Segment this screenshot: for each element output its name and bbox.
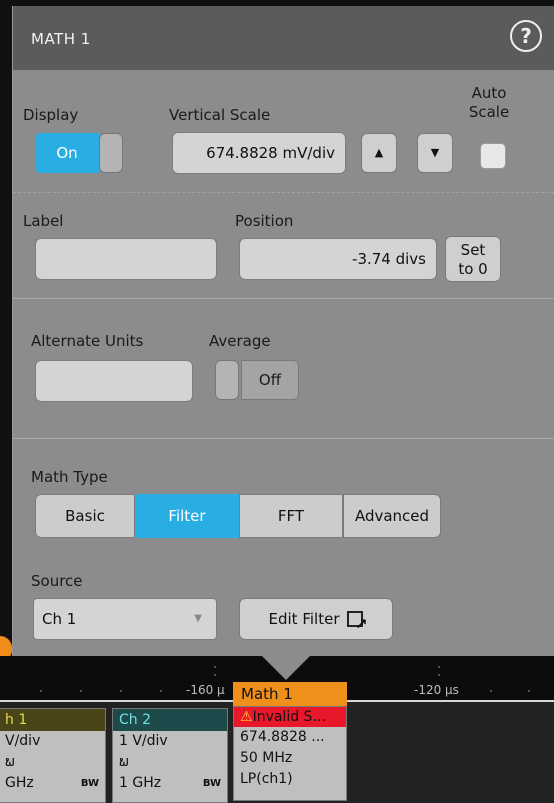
math1-badge[interactable]: ⚠Invalid S... 674.8828 ... 50 MHz LP(ch1… (233, 706, 347, 801)
set-to-zero-line1: Set (460, 241, 486, 259)
position-label: Position (235, 212, 294, 230)
arrow-down-icon: ▼ (430, 146, 440, 159)
label-input[interactable] (35, 238, 217, 280)
divider (13, 438, 554, 439)
scale-down-button[interactable]: ▼ (417, 133, 453, 173)
ch2-badge[interactable]: Ch 2 1 V/div ພ 1 GHz BW (112, 708, 228, 803)
ch1-coupling-icon: ພ (5, 754, 15, 770)
graticule-dot (214, 674, 216, 676)
alternate-units-label: Alternate Units (31, 332, 144, 350)
math-type-basic[interactable]: Basic (35, 494, 135, 538)
math1-status: ⚠Invalid S... (234, 707, 346, 727)
ch2-title: Ch 2 (113, 709, 227, 731)
ch2-scale: 1 V/div (119, 733, 168, 749)
vertical-scale-field[interactable]: 674.8828 mV/div (172, 132, 346, 174)
graticule-dot (40, 690, 42, 692)
position-field[interactable]: -3.74 divs (239, 238, 437, 280)
average-toggle-off[interactable]: Off (241, 360, 299, 400)
help-icon[interactable]: ? (510, 20, 542, 52)
display-label: Display (23, 106, 79, 124)
divider (13, 192, 554, 193)
source-select[interactable]: Ch 1 ▼ (33, 598, 217, 640)
auto-scale-checkbox[interactable] (480, 143, 506, 169)
math-type-filter[interactable]: Filter (135, 494, 239, 538)
math1-tab[interactable]: Math 1 (233, 682, 347, 706)
alternate-units-input[interactable] (35, 360, 193, 402)
math1-status-text: Invalid S... (252, 709, 326, 725)
set-to-zero-line2: to 0 (458, 260, 488, 278)
graticule-dot (160, 690, 162, 692)
auto-scale-label-line2: Scale (468, 103, 510, 121)
math-type-label: Math Type (31, 468, 108, 486)
dropdown-caret-icon: ▼ (194, 613, 202, 624)
dialog-title: MATH 1 (31, 30, 91, 48)
average-toggle[interactable]: Off (215, 360, 301, 400)
dialog-pointer (262, 656, 310, 680)
math-type-selector[interactable]: Basic Filter FFT Advanced (35, 494, 441, 538)
source-label: Source (31, 572, 83, 590)
label-field-label: Label (23, 212, 64, 230)
auto-scale-label: Auto Scale (459, 84, 519, 122)
math1-bandwidth: 50 MHz (240, 750, 293, 766)
set-to-zero-button[interactable]: Set to 0 (445, 236, 501, 282)
external-window-icon (347, 604, 367, 644)
auto-scale-label-line1: Auto (471, 84, 507, 102)
math1-scale: 674.8828 ... (240, 729, 325, 745)
scale-up-button[interactable]: ▲ (361, 133, 397, 173)
ch2-coupling-icon: ພ (119, 754, 129, 770)
dialog-header: MATH 1 ? (13, 6, 554, 70)
time-label-left: -160 µ (186, 683, 225, 697)
edit-filter-button[interactable]: Edit Filter (239, 598, 393, 644)
ch1-title: h 1 (0, 709, 105, 731)
graticule-dot (80, 690, 82, 692)
vertical-scale-label: Vertical Scale (169, 106, 271, 124)
math1-expression: LP(ch1) (240, 771, 293, 787)
math-type-advanced[interactable]: Advanced (343, 494, 441, 538)
bandwidth-limit-icon: BW (80, 778, 99, 789)
graticule-dot (120, 690, 122, 692)
math-1-dialog: MATH 1 ? Display On Vertical Scale 674.8… (12, 6, 554, 656)
ch2-bandwidth-row: 1 GHz BW (113, 773, 227, 794)
warning-icon: ⚠ (240, 709, 253, 725)
divider (13, 298, 554, 299)
ch2-bandwidth: 1 GHz (119, 775, 162, 791)
ch1-scale: V/div (5, 733, 41, 749)
bandwidth-limit-icon: BW (202, 778, 221, 789)
graticule-dot (528, 690, 530, 692)
math-type-fft[interactable]: FFT (239, 494, 343, 538)
toggle-knob[interactable] (99, 133, 123, 173)
graticule-dot (438, 666, 440, 668)
graticule-dot (214, 666, 216, 668)
display-toggle[interactable]: On (35, 133, 123, 173)
toggle-knob[interactable] (215, 360, 239, 400)
edit-filter-label: Edit Filter (268, 610, 340, 628)
source-value: Ch 1 (42, 610, 77, 628)
display-toggle-on[interactable]: On (35, 133, 99, 173)
time-label-right: -120 µs (414, 683, 459, 697)
graticule-dot (490, 690, 492, 692)
average-label: Average (209, 332, 271, 350)
ch1-badge[interactable]: h 1 V/div ພ GHz BW (0, 708, 106, 803)
arrow-up-icon: ▲ (374, 146, 384, 159)
ch1-bandwidth: GHz (5, 775, 34, 791)
graticule-dot (438, 674, 440, 676)
ch1-bandwidth-row: GHz BW (0, 773, 105, 794)
